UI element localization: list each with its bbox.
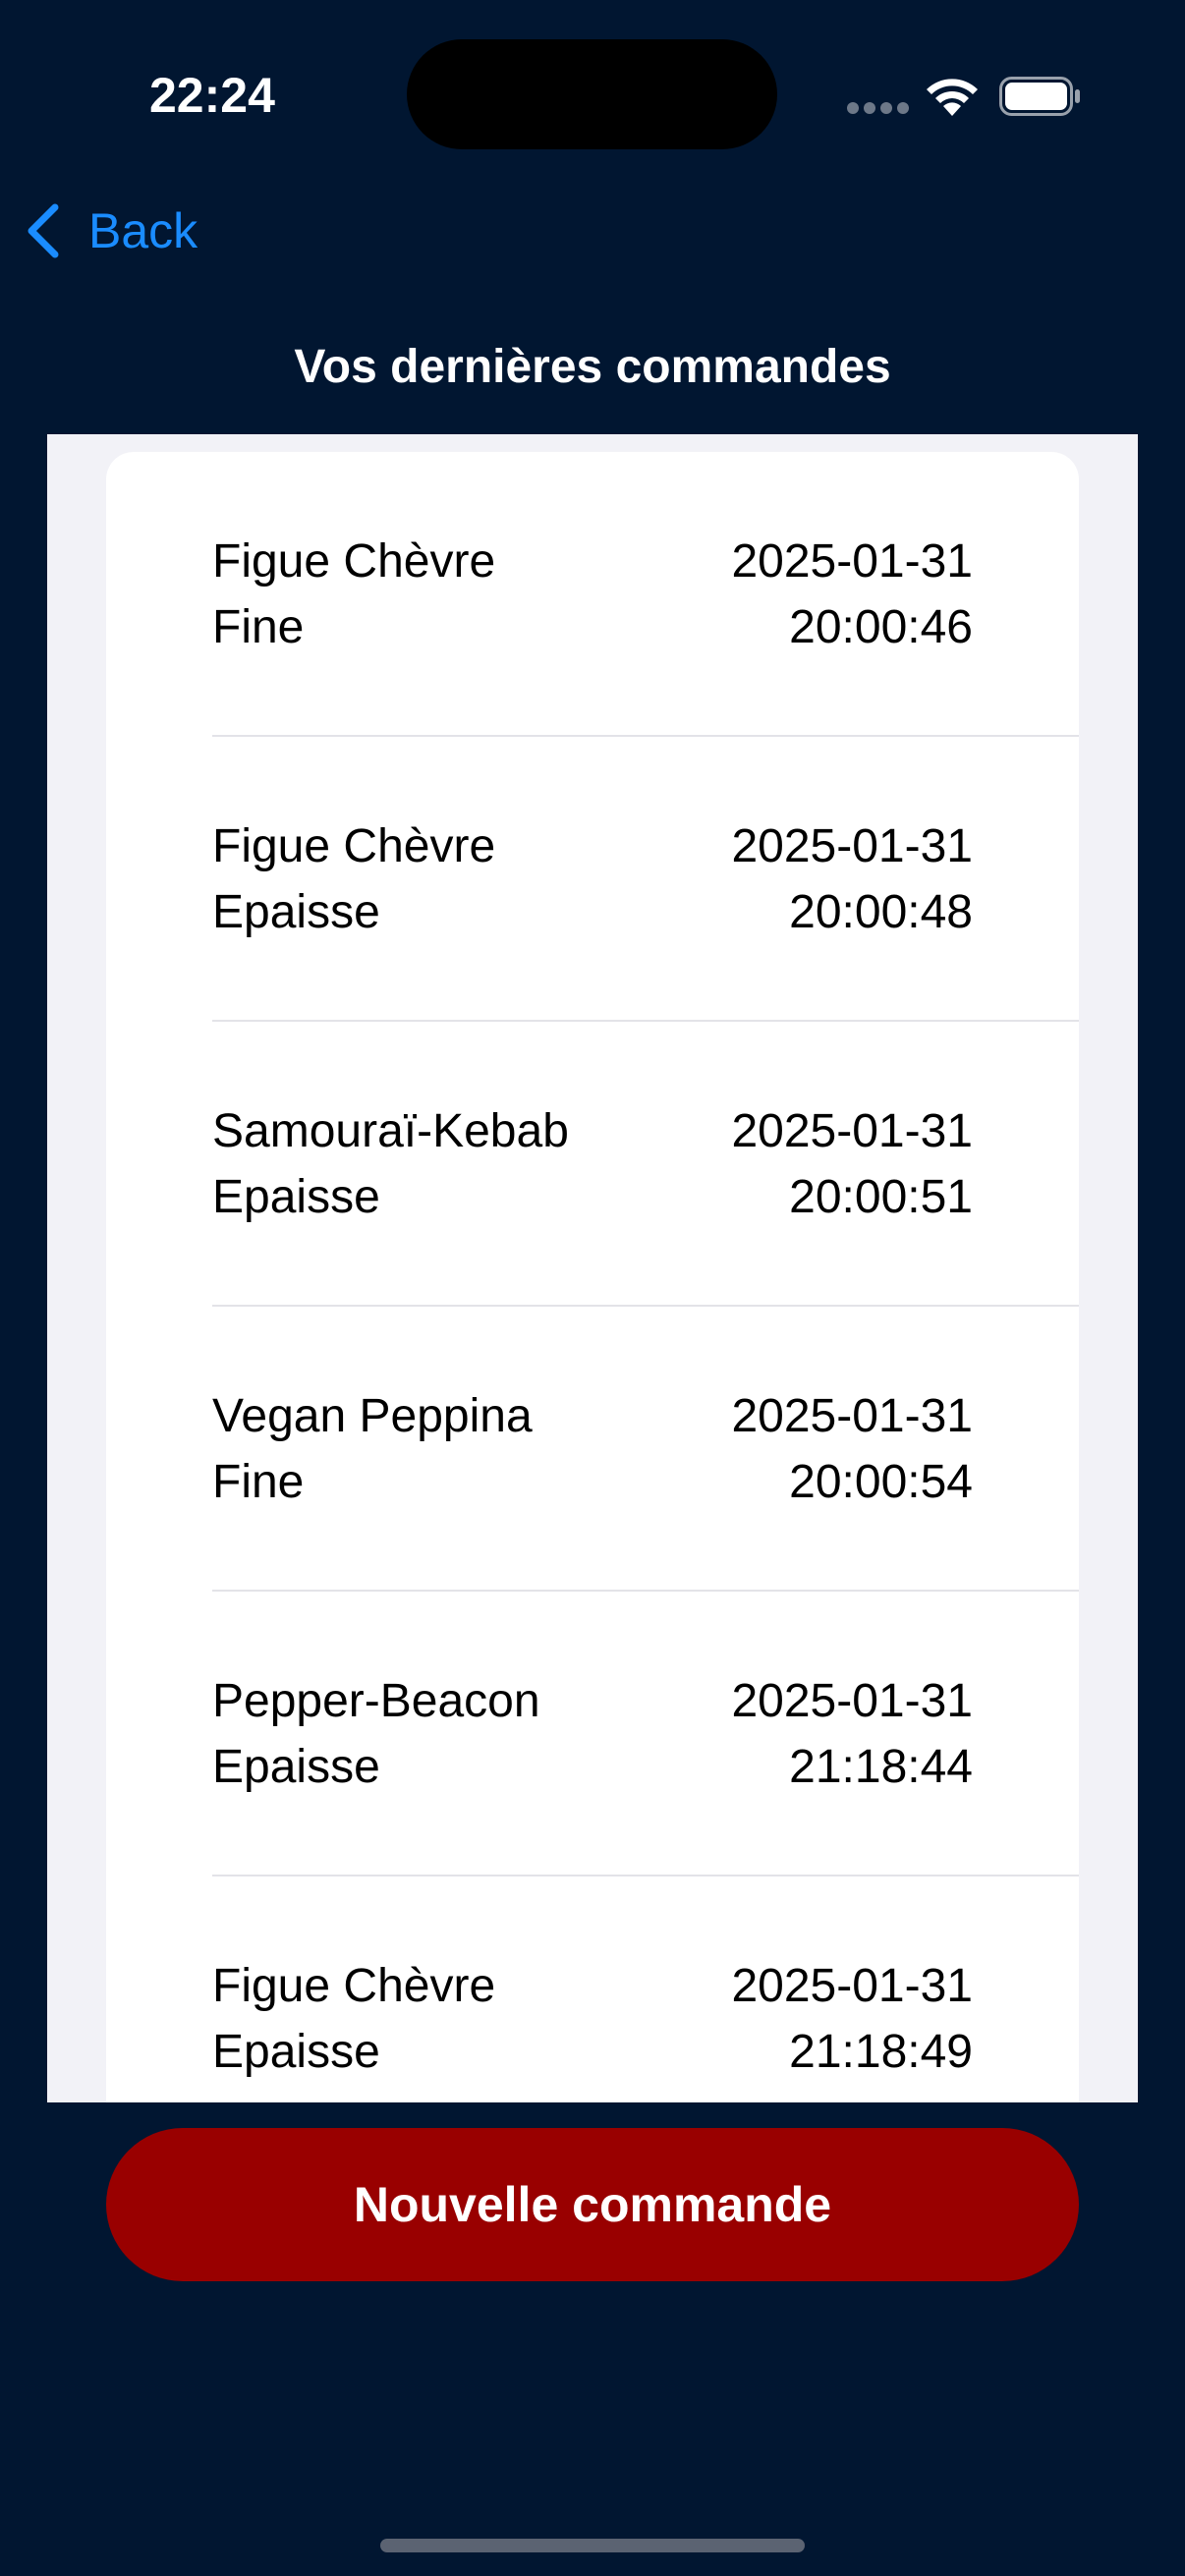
- order-datetime: 2025-01-31 20:00:54: [649, 1383, 973, 1515]
- order-datetime: 2025-01-31 20:00:51: [649, 1098, 973, 1230]
- pizza-name: Vegan Peppina: [212, 1390, 533, 1442]
- order-name: Samouraï-Kebab Epaisse: [212, 1098, 684, 1230]
- back-label: Back: [88, 203, 198, 258]
- crust-type: Fine: [212, 601, 305, 653]
- order-date: 2025-01-31: [731, 1105, 973, 1157]
- dynamic-island: [407, 39, 777, 149]
- order-row[interactable]: Pepper-Beacon Epaisse 2025-01-31 21:18:4…: [106, 1592, 1079, 1876]
- order-date: 2025-01-31: [731, 820, 973, 872]
- home-indicator[interactable]: [380, 2539, 805, 2552]
- crust-type: Epaisse: [212, 2026, 380, 2078]
- pizza-name: Figue Chèvre: [212, 1960, 496, 2012]
- order-name: Figue Chèvre Epaisse: [212, 813, 684, 945]
- order-row[interactable]: Figue Chèvre Fine 2025-01-31 20:00:46: [106, 452, 1079, 737]
- orders-list[interactable]: Figue Chèvre Fine 2025-01-31 20:00:46 Fi…: [47, 434, 1138, 2102]
- order-name: Figue Chèvre Fine: [212, 529, 684, 660]
- order-row[interactable]: Vegan Peppina Fine 2025-01-31 20:00:54: [106, 1307, 1079, 1592]
- back-button[interactable]: Back: [24, 196, 198, 265]
- order-time: 20:00:51: [789, 1171, 973, 1223]
- pizza-name: Pepper-Beacon: [212, 1675, 540, 1727]
- order-datetime: 2025-01-31 21:18:49: [649, 1953, 973, 2085]
- order-date: 2025-01-31: [731, 1675, 973, 1727]
- order-time: 20:00:46: [789, 601, 973, 653]
- pizza-name: Samouraï-Kebab: [212, 1105, 569, 1157]
- order-row[interactable]: Figue Chèvre Epaisse 2025-01-31 20:00:48: [106, 737, 1079, 1022]
- order-datetime: 2025-01-31 21:18:44: [649, 1668, 973, 1800]
- crust-type: Epaisse: [212, 1171, 380, 1223]
- chevron-left-icon: [28, 203, 59, 258]
- order-time: 21:18:49: [789, 2026, 973, 2078]
- crust-type: Epaisse: [212, 1741, 380, 1793]
- order-date: 2025-01-31: [731, 1960, 973, 2012]
- order-time: 20:00:54: [789, 1456, 973, 1508]
- order-datetime: 2025-01-31 20:00:46: [649, 529, 973, 660]
- order-time: 21:18:44: [789, 1741, 973, 1793]
- order-time: 20:00:48: [789, 886, 973, 938]
- orders-card: Figue Chèvre Fine 2025-01-31 20:00:46 Fi…: [106, 452, 1079, 2102]
- order-name: Figue Chèvre Epaisse: [212, 1953, 684, 2085]
- wifi-icon: [927, 79, 978, 116]
- pizza-name: Figue Chèvre: [212, 535, 496, 588]
- crust-type: Epaisse: [212, 886, 380, 938]
- new-order-button[interactable]: Nouvelle commande: [106, 2128, 1079, 2281]
- order-datetime: 2025-01-31 20:00:48: [649, 813, 973, 945]
- order-row[interactable]: Samouraï-Kebab Epaisse 2025-01-31 20:00:…: [106, 1022, 1079, 1307]
- order-date: 2025-01-31: [731, 535, 973, 588]
- status-time: 22:24: [149, 68, 275, 123]
- pizza-name: Figue Chèvre: [212, 820, 496, 872]
- order-row[interactable]: Figue Chèvre Epaisse 2025-01-31 21:18:49: [106, 1876, 1079, 2102]
- cellular-signal-icon: [847, 102, 909, 116]
- battery-icon: [999, 77, 1080, 116]
- page-title: Vos dernières commandes: [294, 341, 891, 393]
- order-name: Vegan Peppina Fine: [212, 1383, 684, 1515]
- order-date: 2025-01-31: [731, 1390, 973, 1442]
- order-name: Pepper-Beacon Epaisse: [212, 1668, 684, 1800]
- crust-type: Fine: [212, 1456, 305, 1508]
